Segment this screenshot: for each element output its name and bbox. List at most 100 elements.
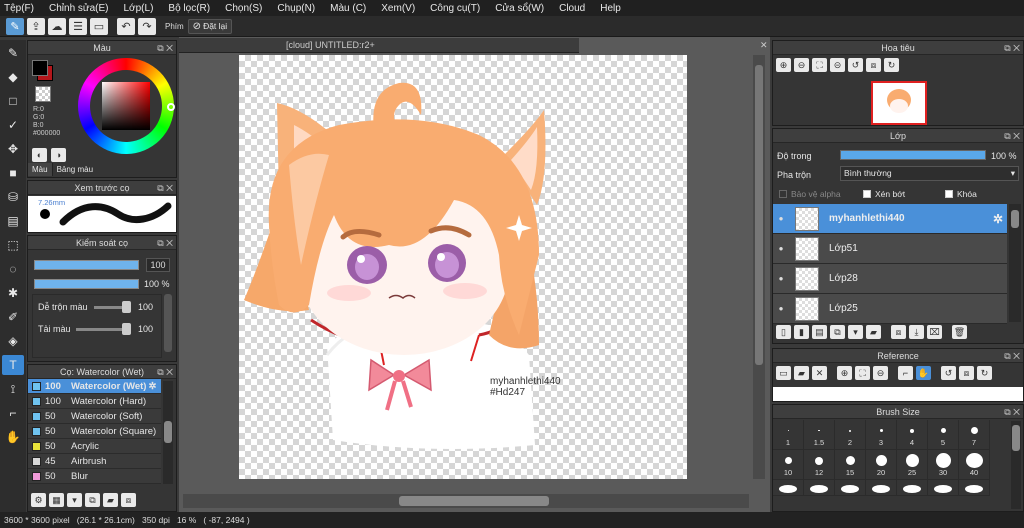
- reset-button[interactable]: ⊘ Đặt lại: [187, 18, 233, 34]
- brush-list-item[interactable]: 100 Watercolor (Hard): [28, 394, 161, 409]
- gradient-tool-icon[interactable]: ▤: [2, 211, 24, 231]
- saturation-value-square[interactable]: [102, 82, 150, 130]
- layer-copy-icon[interactable]: ⧉: [830, 325, 845, 339]
- menu-item[interactable]: Chọn(S): [225, 3, 262, 14]
- brush-size-cell[interactable]: 20: [866, 450, 897, 480]
- brush-size-cell[interactable]: 4: [897, 420, 928, 450]
- brush-size-cell[interactable]: [835, 480, 866, 496]
- brush-size-slider[interactable]: [34, 260, 139, 270]
- brush-folder-icon[interactable]: ▰: [103, 493, 118, 507]
- menu-item[interactable]: Cloud: [559, 3, 585, 14]
- ref-zoom-in-icon[interactable]: ⊕: [837, 366, 852, 380]
- brush-size-cell[interactable]: [959, 480, 990, 496]
- menu-item[interactable]: Xem(V): [381, 3, 415, 14]
- brush-size-cell[interactable]: 15: [835, 450, 866, 480]
- frame-icon[interactable]: ▭: [90, 17, 108, 35]
- export-icon[interactable]: ⇪: [27, 17, 45, 35]
- text-tool-icon[interactable]: T: [2, 355, 24, 375]
- eyedropper-tool-icon[interactable]: ⌐: [2, 403, 24, 423]
- menu-item[interactable]: Bộ lọc(R): [168, 3, 210, 14]
- layer-row[interactable]: ● Lớp25: [773, 294, 1007, 324]
- hand-tool-icon[interactable]: ✋: [2, 427, 24, 447]
- brush-new-icon[interactable]: ▦: [49, 493, 64, 507]
- menu-item[interactable]: Cửa sổ(W): [495, 3, 544, 14]
- brush-list-item[interactable]: 50 Acrylic: [28, 439, 161, 454]
- menu-item[interactable]: Lớp(L): [124, 3, 154, 14]
- layer-merge-icon[interactable]: ⧈: [891, 325, 906, 339]
- brush-size-cell[interactable]: [866, 480, 897, 496]
- ref-hand-icon[interactable]: ✋: [916, 366, 931, 380]
- lasso-tool-icon[interactable]: ✓: [2, 115, 24, 135]
- brush-size-cell[interactable]: 1.5: [804, 420, 835, 450]
- layer-transfer-icon[interactable]: ⤓: [909, 325, 924, 339]
- brush-size-cell[interactable]: [897, 480, 928, 496]
- brush-tool-icon[interactable]: ✎: [2, 43, 24, 63]
- brush-copy-icon[interactable]: ⧉: [85, 493, 100, 507]
- layer-row[interactable]: ● Lớp28: [773, 264, 1007, 294]
- visibility-eye-icon[interactable]: ●: [773, 304, 789, 313]
- brush-size-cell[interactable]: 12: [804, 450, 835, 480]
- layer-row[interactable]: ● myhanhlethi440 ✲: [773, 204, 1007, 234]
- brush-size-cell[interactable]: 1: [773, 420, 804, 450]
- select-rect-tool-icon[interactable]: □: [2, 91, 24, 111]
- fill-rect-tool-icon[interactable]: ■: [2, 163, 24, 183]
- nav-rotate-right-icon[interactable]: ↻: [884, 58, 899, 72]
- layer-blend-select[interactable]: Bình thường ▾: [840, 166, 1019, 181]
- canvas-v-scrollbar[interactable]: [753, 55, 765, 479]
- menu-item[interactable]: Help: [600, 3, 621, 14]
- select-eraser-tool-icon[interactable]: ◈: [2, 331, 24, 351]
- layer-scrollbar[interactable]: [1009, 204, 1021, 322]
- ref-close-icon[interactable]: ✕: [812, 366, 827, 380]
- brush-size-cell[interactable]: [773, 480, 804, 496]
- ref-folder-icon[interactable]: ▰: [794, 366, 809, 380]
- nav-fit-icon[interactable]: ⛶: [812, 58, 827, 72]
- visibility-eye-icon[interactable]: ●: [773, 244, 789, 253]
- nav-rotate-left-icon[interactable]: ↺: [848, 58, 863, 72]
- brush-size-cell[interactable]: 3: [866, 420, 897, 450]
- brush-control-scrollbar[interactable]: [164, 294, 172, 352]
- protect-alpha-checkbox[interactable]: [779, 190, 787, 198]
- clipping-checkbox[interactable]: [863, 190, 871, 198]
- ref-reset-icon[interactable]: ⧈: [959, 366, 974, 380]
- brush-size-scrollbar[interactable]: [1011, 421, 1021, 509]
- chat-icon[interactable]: ☁: [48, 17, 66, 35]
- layer-settings-gear-icon[interactable]: ✲: [993, 212, 1003, 226]
- brush-list-scrollbar[interactable]: [163, 381, 173, 484]
- move-tool-icon[interactable]: ✥: [2, 139, 24, 159]
- brush-settings-icon[interactable]: ⚙: [31, 493, 46, 507]
- list-icon[interactable]: ☰: [69, 17, 87, 35]
- menu-item[interactable]: Công cụ(T): [430, 3, 480, 14]
- brush-menu-icon[interactable]: ▾: [67, 493, 82, 507]
- nav-minus-icon[interactable]: ⊝: [830, 58, 845, 72]
- brush-list-item[interactable]: 50 Blur: [28, 469, 161, 484]
- brush-opacity-slider[interactable]: [34, 279, 139, 289]
- color-swap-icon[interactable]: ◑: [51, 148, 66, 162]
- brush-size-cell[interactable]: 5: [928, 420, 959, 450]
- brush-size-cell[interactable]: 30: [928, 450, 959, 480]
- select-tool-icon[interactable]: ⬚: [2, 235, 24, 255]
- transparent-swatch[interactable]: [35, 86, 51, 102]
- layer-clear-icon[interactable]: ⌧: [927, 325, 942, 339]
- brush-size-cell[interactable]: [928, 480, 959, 496]
- brush-list-item[interactable]: 50 Watercolor (Soft): [28, 409, 161, 424]
- quick-mode-icon[interactable]: ✎: [6, 17, 24, 35]
- divide-tool-icon[interactable]: ⟟: [2, 379, 24, 399]
- drawing-canvas[interactable]: myhanhlethi440 #Hd247: [239, 55, 687, 479]
- undo-icon[interactable]: ↶: [117, 17, 135, 35]
- select-pen-tool-icon[interactable]: ✐: [2, 307, 24, 327]
- canvas-tab-close-icon[interactable]: ✕: [760, 40, 768, 51]
- layer-folder-icon[interactable]: ▰: [866, 325, 881, 339]
- brush-size-cell[interactable]: 10: [773, 450, 804, 480]
- brush-delete-icon[interactable]: ⧈: [121, 493, 136, 507]
- visibility-eye-icon[interactable]: ●: [773, 214, 789, 223]
- visibility-eye-icon[interactable]: ●: [773, 274, 789, 283]
- nav-reset-icon[interactable]: ⧈: [866, 58, 881, 72]
- menu-item[interactable]: Màu (C): [330, 3, 366, 14]
- lock-checkbox[interactable]: [945, 190, 953, 198]
- fg-black-swatch[interactable]: [32, 60, 48, 76]
- brush-list-item[interactable]: 50 Watercolor (Square): [28, 424, 161, 439]
- ref-rotate-right-icon[interactable]: ↻: [977, 366, 992, 380]
- brush-size-cell[interactable]: 25: [897, 450, 928, 480]
- bucket-tool-icon[interactable]: ⛁: [2, 187, 24, 207]
- brush-size-cell[interactable]: 2: [835, 420, 866, 450]
